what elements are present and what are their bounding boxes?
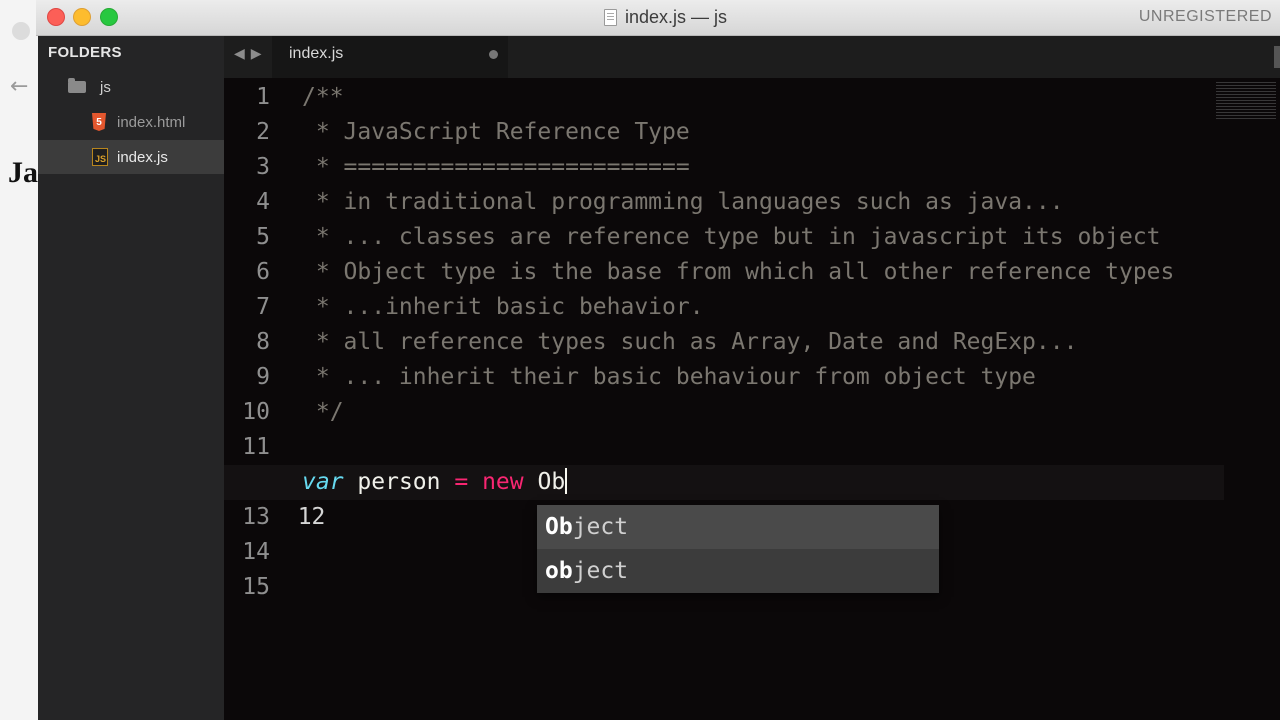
line-number: 15 xyxy=(242,574,270,600)
autocomplete-item-text: object xyxy=(545,549,628,593)
line-content: var person = new Ob xyxy=(302,465,568,500)
keyword-new: new xyxy=(482,469,524,495)
tab-overflow-handle xyxy=(1274,46,1280,68)
line-content: * ========================= xyxy=(302,154,690,180)
sidebar-item-label: index.html xyxy=(117,113,186,131)
line-number: 2 xyxy=(256,119,270,145)
code-editor[interactable]: 1 /** 2 * JavaScript Reference Type 3 * =… xyxy=(224,78,1280,720)
line-number: 11 xyxy=(242,434,270,460)
line-number: 13 xyxy=(242,504,270,530)
tab-navigation-arrows-icon[interactable]: ◀▶ xyxy=(234,46,268,62)
tab-index-js[interactable]: index.js xyxy=(272,36,508,78)
line-number: 14 xyxy=(242,539,270,565)
typed-text: Ob xyxy=(537,469,566,495)
line-number: 1 xyxy=(256,84,270,110)
line-number: 9 xyxy=(256,364,270,390)
code-line-active[interactable]: 12 var person = new Ob xyxy=(224,465,1224,530)
autocomplete-popup: Object object xyxy=(537,505,939,593)
line-number: 10 xyxy=(242,399,270,425)
folder-icon xyxy=(68,78,86,93)
code-line: 9 * ... inherit their basic behaviour fr… xyxy=(224,360,1224,395)
tab-bar: ◀▶ index.js xyxy=(224,36,1280,78)
window-titlebar: index.js — js UNREGISTERED xyxy=(36,0,1280,36)
line-content: * ... inherit their basic behaviour from… xyxy=(302,364,1036,390)
minimize-window-button[interactable] xyxy=(73,8,91,26)
tab-label: index.js xyxy=(289,45,344,62)
line-number: 5 xyxy=(256,224,270,250)
license-status: UNREGISTERED xyxy=(1138,8,1272,25)
folders-header: FOLDERS xyxy=(48,44,122,61)
document-icon xyxy=(604,9,617,26)
autocomplete-rest: ject xyxy=(572,558,629,584)
sidebar-item-label: js xyxy=(100,78,111,96)
operator-assign: = xyxy=(454,469,469,495)
keyword-var: var xyxy=(302,469,344,495)
background-browser-window: ← Ja xyxy=(0,0,40,720)
autocomplete-item-text: Object xyxy=(545,505,628,549)
text-cursor xyxy=(565,468,568,494)
sidebar-item-index-js[interactable]: JS index.js xyxy=(38,140,224,174)
background-page-text: Ja xyxy=(8,156,38,189)
line-number: 8 xyxy=(256,329,270,355)
sidebar-item-js-folder[interactable]: js xyxy=(68,70,111,104)
folders-sidebar: FOLDERS js 5 index.html JS index.js xyxy=(38,36,224,720)
zoom-window-button[interactable] xyxy=(100,8,118,26)
autocomplete-item[interactable]: object xyxy=(537,549,939,593)
window-title: index.js — js xyxy=(625,7,728,27)
sidebar-item-label: index.js xyxy=(117,148,168,166)
sidebar-item-index-html[interactable]: 5 index.html xyxy=(92,105,185,139)
line-content: * JavaScript Reference Type xyxy=(302,119,690,145)
window-title-group: index.js — js xyxy=(604,7,727,28)
code-line: 1 /** xyxy=(224,80,1224,115)
code-line: 7 * ...inherit basic behavior. xyxy=(224,290,1224,325)
line-content: * ... classes are reference type but in … xyxy=(302,224,1161,250)
autocomplete-match: Ob xyxy=(545,514,573,540)
autocomplete-rest: ject xyxy=(572,514,629,540)
html5-icon: 5 xyxy=(92,113,106,131)
line-number: 7 xyxy=(256,294,270,320)
code-line: 8 * all reference types such as Array, D… xyxy=(224,325,1224,360)
code-line: 6 * Object type is the base from which a… xyxy=(224,255,1224,290)
browser-back-arrow-icon: ← xyxy=(10,74,29,99)
autocomplete-item-selected[interactable]: Object xyxy=(537,505,939,549)
line-content: * in traditional programming languages s… xyxy=(302,189,1064,215)
line-content: /** xyxy=(302,84,344,110)
code-line: 11 xyxy=(224,430,1224,465)
code-line: 3 * ========================= xyxy=(224,150,1224,185)
line-content: */ xyxy=(302,399,344,425)
line-number: 6 xyxy=(256,259,270,285)
minimap[interactable] xyxy=(1216,82,1276,120)
autocomplete-match: ob xyxy=(545,558,573,584)
js-file-icon: JS xyxy=(92,148,108,166)
line-content: * ...inherit basic behavior. xyxy=(302,294,704,320)
line-content: * all reference types such as Array, Dat… xyxy=(302,329,1078,355)
code-line: 10 */ xyxy=(224,395,1224,430)
code-line: 5 * ... classes are reference type but i… xyxy=(224,220,1224,255)
line-number: 4 xyxy=(256,189,270,215)
identifier-person: person xyxy=(357,469,441,495)
unsaved-dot-icon[interactable] xyxy=(489,50,498,59)
browser-reload-icon xyxy=(12,22,30,40)
line-content: * Object type is the base from which all… xyxy=(302,259,1175,285)
line-number: 3 xyxy=(256,154,270,180)
code-line: 4 * in traditional programming languages… xyxy=(224,185,1224,220)
code-line: 2 * JavaScript Reference Type xyxy=(224,115,1224,150)
close-window-button[interactable] xyxy=(47,8,65,26)
